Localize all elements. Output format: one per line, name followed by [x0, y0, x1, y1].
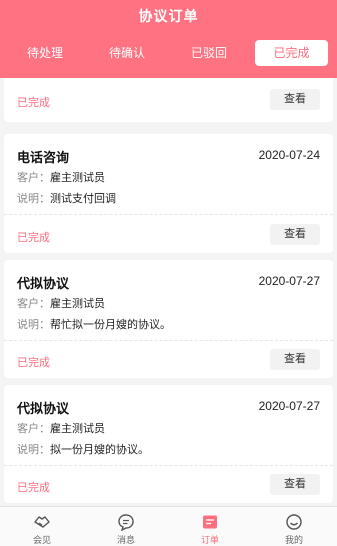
order-status: 已完成	[17, 357, 50, 369]
order-title: 电话咨询	[17, 150, 70, 165]
client-name: 雇主测试员	[50, 298, 105, 310]
divider	[4, 214, 333, 215]
order-card: 代拟协议 2020-07-27 客户：雇主测试员 说明：帮忙拟一份月嫂的协议。 …	[4, 260, 333, 378]
divider	[4, 465, 333, 466]
order-description: 说明：帮忙拟一份月嫂的协议。	[17, 316, 171, 332]
nav-label: 我的	[284, 535, 303, 545]
order-status: 已完成	[17, 97, 50, 109]
order-card: 代拟协议 2020-07-27 客户：雇主测试员 说明：拟一份月嫂的协议。 已完…	[4, 385, 333, 503]
order-icon	[203, 515, 217, 529]
client-name: 雇主测试员	[50, 172, 105, 184]
order-client: 客户：雇主测试员	[17, 420, 105, 436]
nav-meeting[interactable]: 会见	[0, 507, 84, 546]
handshake-icon	[34, 516, 50, 528]
order-title: 代拟协议	[17, 401, 70, 416]
description-text: 帮忙拟一份月嫂的协议。	[50, 319, 171, 331]
description-text: 拟一份月嫂的协议。	[50, 444, 149, 456]
bottom-nav: 会见 消息 订单 我的	[0, 506, 337, 546]
nav-label: 订单	[200, 535, 219, 545]
client-label: 客户：	[17, 172, 50, 184]
view-button[interactable]: 查看	[270, 224, 320, 245]
order-date: 2020-07-27	[258, 399, 320, 413]
client-label: 客户：	[17, 423, 50, 435]
tab-to-confirm[interactable]: 待确认	[92, 40, 162, 66]
order-description: 说明：拟一份月嫂的协议。	[17, 441, 149, 457]
nav-label: 消息	[116, 535, 135, 545]
tab-completed[interactable]: 已完成	[255, 40, 328, 66]
order-status: 已完成	[17, 232, 50, 244]
app-header: 协议订单 待处理 待确认 已驳回 已完成	[0, 0, 337, 78]
page-title: 协议订单	[138, 8, 199, 24]
nav-profile[interactable]: 我的	[252, 507, 336, 546]
order-client: 客户：雇主测试员	[17, 169, 105, 185]
message-icon	[118, 514, 134, 531]
view-button[interactable]: 查看	[270, 349, 320, 370]
order-status: 已完成	[17, 482, 50, 494]
description-label: 说明：	[17, 193, 50, 205]
tab-rejected[interactable]: 已驳回	[174, 40, 244, 66]
client-label: 客户：	[17, 298, 50, 310]
nav-orders[interactable]: 订单	[168, 507, 252, 546]
client-name: 雇主测试员	[50, 423, 105, 435]
nav-label: 会见	[32, 535, 51, 545]
order-date: 2020-07-27	[258, 274, 320, 288]
order-title: 代拟协议	[17, 276, 70, 291]
description-label: 说明：	[17, 444, 50, 456]
view-button[interactable]: 查看	[270, 89, 320, 110]
tab-pending[interactable]: 待处理	[10, 40, 80, 66]
divider	[4, 340, 333, 341]
order-date: 2020-07-24	[258, 148, 320, 162]
order-description: 说明：测试支付回调	[17, 190, 116, 206]
nav-messages[interactable]: 消息	[84, 507, 168, 546]
description-label: 说明：	[17, 319, 50, 331]
order-list: 已完成 查看 电话咨询 2020-07-24 客户：雇主测试员 说明：测试支付回…	[0, 78, 337, 506]
view-button[interactable]: 查看	[270, 474, 320, 495]
profile-icon	[286, 514, 302, 530]
description-text: 测试支付回调	[50, 193, 116, 205]
order-card: 已完成 查看	[4, 78, 333, 122]
order-client: 客户：雇主测试员	[17, 295, 105, 311]
order-card: 电话咨询 2020-07-24 客户：雇主测试员 说明：测试支付回调 已完成 查…	[4, 134, 333, 253]
